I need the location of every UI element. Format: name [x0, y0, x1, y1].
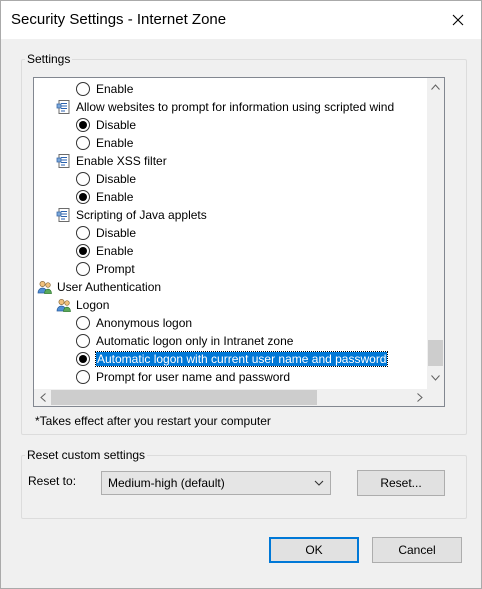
radio-option[interactable]: Automatic logon with current user name a…: [76, 350, 389, 368]
option-label: Prompt for user name and password: [96, 370, 291, 384]
dialog-window: Security Settings - Internet Zone Settin…: [0, 0, 482, 589]
scroll-down-arrow[interactable]: [427, 369, 444, 386]
scroll-right-arrow[interactable]: [411, 389, 428, 406]
setting-heading[interactable]: Allow websites to prompt for information…: [56, 98, 394, 116]
horizontal-scroll-thumb[interactable]: [51, 390, 317, 405]
option-label: Enable: [96, 190, 134, 204]
option-label: Disable: [96, 226, 137, 240]
option-label: Automatic logon with current user name a…: [94, 351, 389, 367]
category-label: Logon: [76, 298, 110, 312]
radio-button[interactable]: [76, 352, 90, 366]
radio-option[interactable]: Enable: [76, 80, 133, 98]
category-label: User Authentication: [57, 280, 162, 294]
scroll-up-arrow[interactable]: [427, 78, 444, 95]
chevron-down-icon: [314, 480, 324, 486]
option-label: Enable: [96, 136, 134, 150]
reset-button-label: Reset...: [380, 476, 422, 490]
vertical-scrollbar[interactable]: [427, 78, 444, 389]
reset-to-label: Reset to:: [28, 474, 77, 488]
radio-button[interactable]: [76, 172, 90, 186]
cancel-button[interactable]: Cancel: [372, 537, 462, 563]
ok-button-label: OK: [305, 543, 323, 557]
scrollbar-corner: [427, 389, 444, 406]
radio-option[interactable]: Enable: [76, 188, 133, 206]
setting-page-icon: [56, 208, 70, 222]
close-icon: [452, 14, 464, 26]
radio-option[interactable]: Anonymous logon: [76, 314, 192, 332]
radio-option[interactable]: Enable: [76, 134, 133, 152]
setting-label: Enable XSS filter: [76, 154, 167, 168]
radio-button[interactable]: [76, 82, 90, 96]
option-label: Automatic logon only in Intranet zone: [96, 334, 294, 348]
category-heading[interactable]: User Authentication: [37, 278, 161, 296]
option-label: Enable: [96, 244, 134, 258]
setting-label: Allow websites to prompt for information…: [76, 100, 395, 114]
radio-option[interactable]: Disable: [76, 224, 136, 242]
option-label: Disable: [96, 172, 137, 186]
reset-group-label: Reset custom settings: [25, 448, 148, 462]
radio-button[interactable]: [76, 334, 90, 348]
vertical-scroll-thumb[interactable]: [428, 340, 443, 366]
reset-level-dropdown[interactable]: Medium-high (default): [101, 471, 331, 495]
radio-option[interactable]: Automatic logon only in Intranet zone: [76, 332, 293, 350]
radio-button[interactable]: [76, 316, 90, 330]
radio-button[interactable]: [76, 370, 90, 384]
setting-heading[interactable]: Enable XSS filter: [56, 152, 167, 170]
radio-button[interactable]: [76, 262, 90, 276]
radio-button[interactable]: [76, 226, 90, 240]
scroll-left-arrow[interactable]: [34, 389, 51, 406]
cancel-button-label: Cancel: [398, 543, 436, 557]
setting-heading[interactable]: Scripting of Java applets: [56, 206, 207, 224]
title-bar: Security Settings - Internet Zone: [1, 1, 481, 39]
setting-page-icon: [56, 154, 70, 168]
radio-option[interactable]: Prompt: [76, 260, 135, 278]
setting-label: Scripting of Java applets: [76, 208, 207, 222]
reset-level-value: Medium-high (default): [108, 476, 225, 490]
restart-note: *Takes effect after you restart your com…: [35, 414, 271, 428]
users-icon: [56, 299, 71, 312]
settings-tree[interactable]: Enable Allow websites to prompt for infor…: [33, 77, 445, 407]
radio-option[interactable]: Disable: [76, 170, 136, 188]
horizontal-scrollbar[interactable]: [34, 389, 428, 406]
radio-button[interactable]: [76, 244, 90, 258]
window-title: Security Settings - Internet Zone: [11, 11, 227, 28]
option-label: Enable: [96, 82, 134, 96]
users-icon: [37, 281, 52, 294]
radio-button[interactable]: [76, 136, 90, 150]
setting-page-icon: [56, 100, 70, 114]
reset-button[interactable]: Reset...: [357, 470, 445, 496]
settings-group-label: Settings: [25, 52, 73, 66]
chevron-down-icon: [431, 374, 440, 381]
option-label: Disable: [96, 118, 137, 132]
chevron-left-icon: [39, 393, 46, 402]
subcategory-heading[interactable]: Logon: [56, 296, 109, 314]
radio-option[interactable]: Prompt for user name and password: [76, 368, 290, 386]
radio-button[interactable]: [76, 190, 90, 204]
close-button[interactable]: [435, 1, 481, 39]
ok-button[interactable]: OK: [269, 537, 359, 563]
radio-option[interactable]: Disable: [76, 116, 136, 134]
option-label: Anonymous logon: [96, 316, 193, 330]
radio-button[interactable]: [76, 118, 90, 132]
chevron-up-icon: [431, 83, 440, 90]
chevron-right-icon: [416, 393, 423, 402]
option-label: Prompt: [96, 262, 135, 276]
radio-option[interactable]: Enable: [76, 242, 133, 260]
